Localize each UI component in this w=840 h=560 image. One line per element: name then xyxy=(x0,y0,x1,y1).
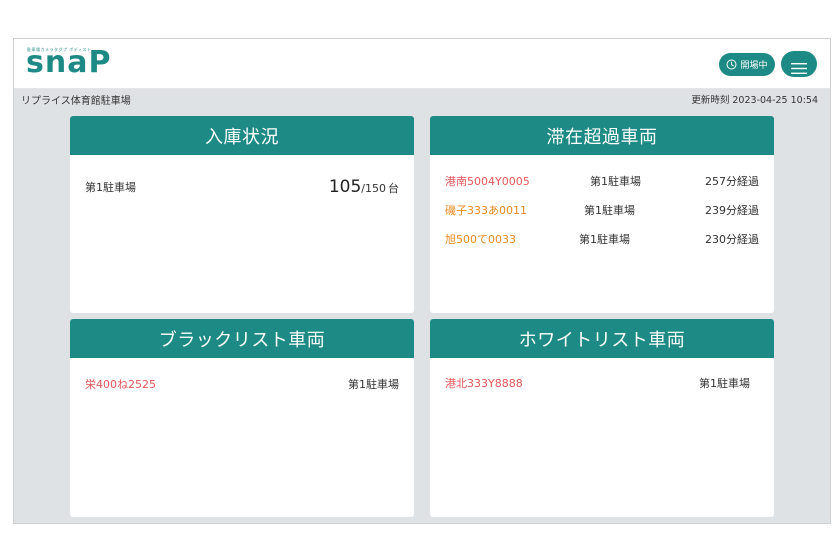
facility-name: リプライス体育館駐車場 xyxy=(21,96,131,107)
list-item[interactable]: 港南5004Y0005 第1駐車場 257分経過 xyxy=(445,173,759,202)
list-item[interactable]: 旭500て0033 第1駐車場 230分経過 xyxy=(445,231,759,260)
lot-name: 第1駐車場 xyxy=(579,233,630,246)
blacklist-vehicles-card: ブラックリスト車両 栄400ね2525 第1駐車場 xyxy=(70,319,414,517)
menu-button[interactable] xyxy=(781,51,817,77)
hamburger-icon xyxy=(791,59,807,74)
open-status-button[interactable]: 開場中 xyxy=(719,53,775,76)
occupancy-current: 105 xyxy=(328,177,362,197)
card-title: 滞在超過車両 xyxy=(430,116,774,155)
lot-name: 第1駐車場 xyxy=(590,175,641,188)
plate-number: 港北333Y8888 xyxy=(445,377,523,390)
clock-icon xyxy=(726,59,737,70)
card-title: ブラックリスト車両 xyxy=(70,319,414,358)
occupancy-total: /150 xyxy=(361,182,386,195)
lot-name: 第1駐車場 xyxy=(348,378,399,391)
app-header: 駐車場カメラタグプ ボディスト snaP 開場中 xyxy=(14,39,830,89)
subheader: リプライス体育館駐車場 更新時刻 2023-04-25 10:54 xyxy=(14,89,830,109)
plate-number: 磯子333あ0011 xyxy=(445,204,527,217)
list-item[interactable]: 第1駐車場 105/150 台 xyxy=(85,177,399,207)
card-title: ホワイトリスト車両 xyxy=(430,319,774,358)
status-label: 開場中 xyxy=(740,61,768,71)
last-updated: 更新時刻 2023-04-25 10:54 xyxy=(691,92,818,106)
snap-logo[interactable]: 駐車場カメラタグプ ボディスト snaP xyxy=(26,44,136,86)
occupancy-unit: 台 xyxy=(388,182,399,195)
app-frame: 駐車場カメラタグプ ボディスト snaP 開場中 リプライス体育館駐車場 更新時… xyxy=(13,38,831,524)
elapsed-time: 230分経過 xyxy=(705,233,759,246)
logo-wordmark: snaP xyxy=(26,45,112,80)
list-item[interactable]: 栄400ね2525 第1駐車場 xyxy=(85,376,399,405)
plate-number: 栄400ね2525 xyxy=(85,378,156,391)
elapsed-time: 257分経過 xyxy=(705,175,759,188)
whitelist-vehicles-card: ホワイトリスト車両 港北333Y8888 第1駐車場 xyxy=(430,319,774,517)
lot-name: 第1駐車場 xyxy=(699,377,750,390)
plate-number: 港南5004Y0005 xyxy=(445,175,530,188)
card-title: 入庫状況 xyxy=(70,116,414,155)
list-item[interactable]: 港北333Y8888 第1駐車場 xyxy=(445,375,750,404)
parking-status-card: 入庫状況 第1駐車場 105/150 台 xyxy=(70,116,414,313)
overstay-vehicles-card: 滞在超過車両 港南5004Y0005 第1駐車場 257分経過 磯子333あ00… xyxy=(430,116,774,313)
lot-name: 第1駐車場 xyxy=(85,181,136,194)
lot-name: 第1駐車場 xyxy=(584,204,635,217)
elapsed-time: 239分経過 xyxy=(705,204,759,217)
plate-number: 旭500て0033 xyxy=(445,233,516,246)
updated-value: 2023-04-25 10:54 xyxy=(732,95,818,106)
occupancy-count: 105/150 台 xyxy=(329,177,399,197)
updated-label: 更新時刻 xyxy=(691,95,730,106)
list-item[interactable]: 磯子333あ0011 第1駐車場 239分経過 xyxy=(445,202,759,231)
